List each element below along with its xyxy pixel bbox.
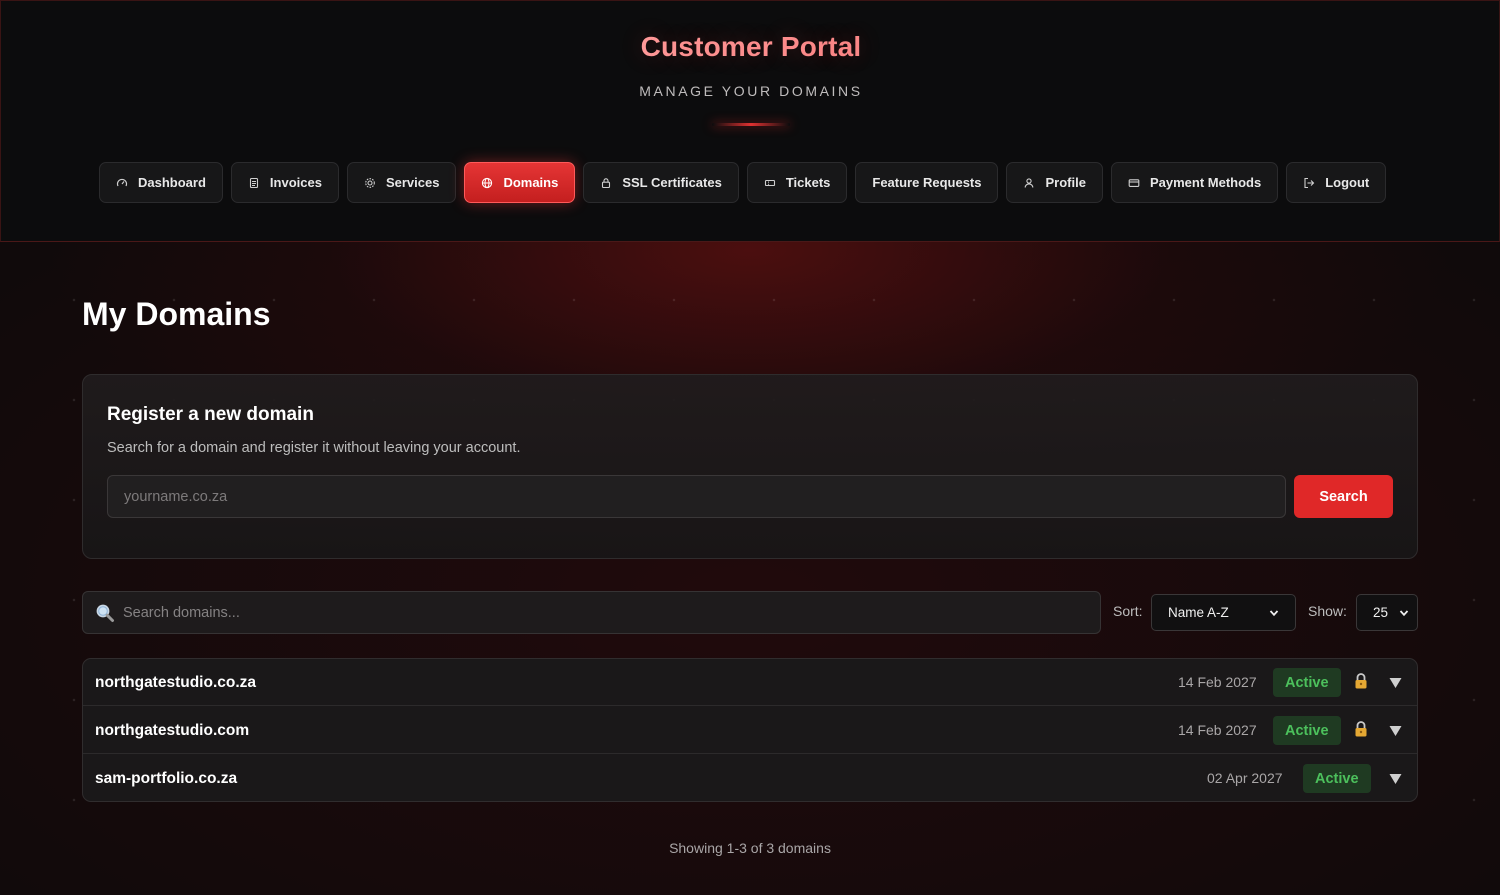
domain-expiry-date: 14 Feb 2027 bbox=[1178, 674, 1257, 690]
register-domain-card: Register a new domain Search for a domai… bbox=[82, 374, 1418, 559]
domain-search-input[interactable] bbox=[123, 592, 1093, 633]
nav-item-tickets[interactable]: Tickets bbox=[746, 162, 848, 203]
nav-item-label: Invoices bbox=[269, 175, 322, 190]
ticket-icon bbox=[764, 177, 776, 189]
domain-expiry-date: 14 Feb 2027 bbox=[1178, 722, 1257, 738]
sort-select[interactable]: Name A-Z bbox=[1151, 594, 1296, 631]
search-icon bbox=[95, 603, 115, 623]
domain-list: northgatestudio.co.za 14 Feb 2027 Active… bbox=[82, 658, 1418, 802]
globe-icon bbox=[481, 177, 493, 189]
credit-card-icon bbox=[1128, 177, 1140, 189]
expand-icon[interactable] bbox=[1389, 772, 1402, 784]
chevron-down-icon bbox=[1269, 608, 1279, 618]
show-label: Show: bbox=[1308, 603, 1347, 619]
register-search-button[interactable]: Search bbox=[1294, 475, 1393, 518]
nav-item-invoices[interactable]: Invoices bbox=[230, 162, 339, 203]
nav-item-domains[interactable]: Domains bbox=[464, 162, 576, 203]
logout-icon bbox=[1303, 177, 1315, 189]
page-size-select[interactable]: 25 bbox=[1356, 594, 1418, 631]
sort-label: Sort: bbox=[1113, 603, 1143, 619]
domain-expiry-date: 02 Apr 2027 bbox=[1207, 770, 1283, 786]
expand-icon[interactable] bbox=[1389, 676, 1402, 688]
lock-icon bbox=[1353, 672, 1369, 690]
nav-item-ssl-certificates[interactable]: SSL Certificates bbox=[583, 162, 739, 203]
portal-title: Customer Portal bbox=[1, 31, 1500, 63]
nav-item-label: Feature Requests bbox=[872, 175, 982, 190]
status-badge: Active bbox=[1273, 716, 1341, 745]
nav-item-label: Payment Methods bbox=[1149, 175, 1262, 190]
nav-item-logout[interactable]: Logout bbox=[1286, 162, 1387, 203]
page-title: My Domains bbox=[82, 296, 271, 332]
main-nav: Dashboard Invoices Services Domains SSL … bbox=[99, 162, 1387, 203]
lock-icon bbox=[1353, 720, 1369, 738]
sort-select-value: Name A-Z bbox=[1168, 605, 1229, 620]
nav-item-label: Domains bbox=[503, 175, 559, 190]
domain-search-field bbox=[82, 591, 1101, 634]
expand-icon[interactable] bbox=[1389, 724, 1402, 736]
register-domain-description: Search for a domain and register it with… bbox=[107, 440, 521, 456]
nav-item-label: Dashboard bbox=[138, 175, 206, 190]
portal-subtitle: MANAGE YOUR DOMAINS bbox=[639, 83, 863, 99]
nav-item-profile[interactable]: Profile bbox=[1006, 162, 1103, 203]
nav-item-label: SSL Certificates bbox=[622, 175, 722, 190]
nav-item-label: Tickets bbox=[785, 175, 831, 190]
user-icon bbox=[1023, 177, 1035, 189]
gear-icon bbox=[364, 177, 376, 189]
domain-name: northgatestudio.com bbox=[95, 722, 250, 739]
nav-item-label: Logout bbox=[1325, 175, 1370, 190]
nav-item-services[interactable]: Services bbox=[346, 162, 457, 203]
invoice-icon bbox=[248, 177, 260, 189]
domain-name: sam-portfolio.co.za bbox=[95, 770, 238, 787]
pagination-summary: Showing 1-3 of 3 domains bbox=[669, 840, 831, 856]
register-domain-title: Register a new domain bbox=[107, 404, 314, 425]
portal-header: Customer Portal MANAGE YOUR DOMAINS Dash… bbox=[0, 0, 1500, 242]
status-badge: Active bbox=[1273, 668, 1341, 697]
page-size-value: 25 bbox=[1373, 605, 1389, 620]
status-badge: Active bbox=[1303, 764, 1371, 793]
domain-name: northgatestudio.co.za bbox=[95, 674, 257, 691]
domain-row[interactable]: sam-portfolio.co.za 02 Apr 2027 Active bbox=[83, 755, 1417, 801]
lock-icon bbox=[600, 177, 612, 189]
title-divider bbox=[712, 123, 790, 126]
domain-row[interactable]: northgatestudio.co.za 14 Feb 2027 Active bbox=[83, 659, 1417, 706]
gauge-icon bbox=[116, 177, 128, 189]
nav-item-label: Services bbox=[385, 175, 440, 190]
nav-item-label: Profile bbox=[1045, 175, 1086, 190]
domain-row[interactable]: northgatestudio.com 14 Feb 2027 Active bbox=[83, 707, 1417, 754]
register-domain-input[interactable] bbox=[107, 475, 1286, 518]
nav-item-payment-methods[interactable]: Payment Methods bbox=[1110, 162, 1279, 203]
nav-item-dashboard[interactable]: Dashboard bbox=[99, 162, 223, 203]
nav-item-feature-requests[interactable]: Feature Requests bbox=[855, 162, 999, 203]
chevron-down-icon bbox=[1399, 608, 1409, 618]
